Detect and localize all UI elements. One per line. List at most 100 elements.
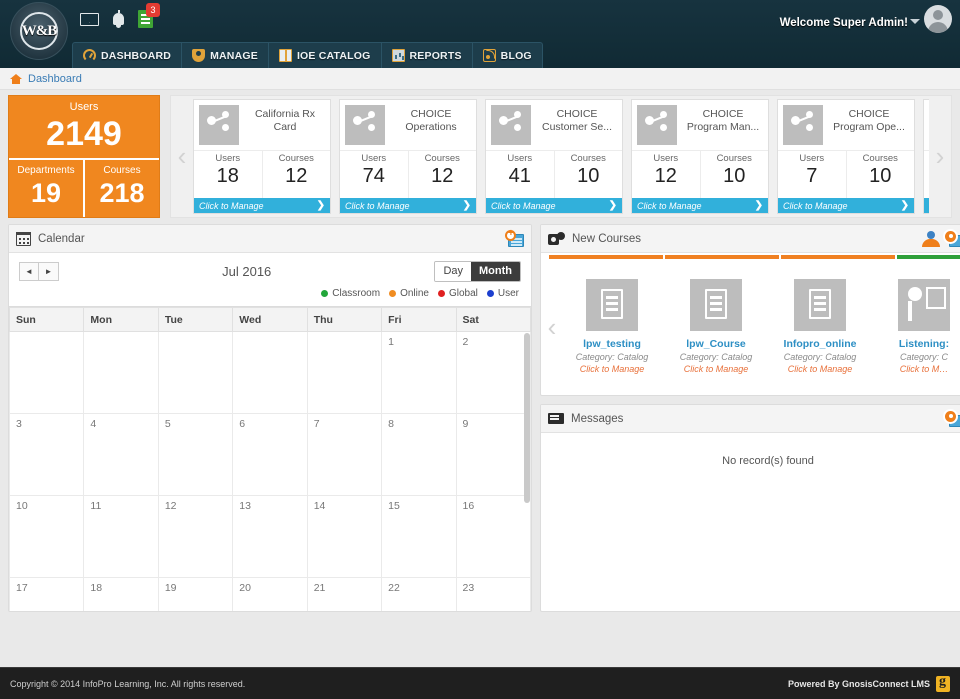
calendar-day-cell[interactable]: 14	[307, 496, 381, 578]
avatar[interactable]	[924, 5, 952, 33]
nav-label: BLOG	[501, 50, 532, 62]
calendar-icon	[16, 232, 31, 246]
calendar-day-cell[interactable]: 6	[233, 414, 307, 496]
calendar-day-cell[interactable]: 21	[307, 578, 381, 612]
department-courses-value: 12	[263, 165, 331, 187]
calendar-day-cell[interactable]: 2	[456, 332, 530, 414]
site-logo[interactable]: W&B	[10, 2, 68, 60]
calendar-day-cell[interactable]	[84, 332, 158, 414]
kpi-summary-card: Users 2149 Departments 19 Courses 218	[8, 95, 160, 218]
course-manage-link[interactable]: Click to Manage	[771, 363, 869, 375]
calendar-scrollbar[interactable]	[524, 333, 530, 503]
calendar-day-cell[interactable]: 19	[158, 578, 232, 612]
course-card[interactable]: Listening:Category: CClick to M…	[875, 279, 960, 375]
department-manage-button[interactable]: Click to Manage❯	[194, 198, 330, 213]
calendar-prev-button[interactable]: ◄	[19, 262, 39, 281]
calendar-day-cell[interactable]: 4	[84, 414, 158, 496]
course-manage-link[interactable]: Click to Manage	[563, 363, 661, 375]
calendar-day-cell[interactable]: 8	[382, 414, 456, 496]
nav-item-ioe-catalog[interactable]: IOE CATALOG	[269, 43, 382, 68]
gear-monitor-icon[interactable]	[945, 231, 960, 247]
course-name[interactable]: Infopro_online	[771, 338, 869, 351]
footer-powered-by-label: Powered By GnosisConnect LMS	[788, 679, 930, 689]
department-card[interactable]: CHOICE Program Ope...Users7Courses10Clic…	[777, 99, 915, 214]
document-icon	[586, 279, 638, 331]
calendar-day-cell[interactable]: 11	[84, 496, 158, 578]
department-manage-button[interactable]: Click to Manage❯	[340, 198, 476, 213]
manage-icon	[192, 49, 205, 62]
department-courses-label: Courses	[263, 153, 331, 165]
add-event-calendar-icon[interactable]	[505, 230, 524, 247]
course-name[interactable]: lpw_Course	[667, 338, 765, 351]
calendar-day-header: Wed	[233, 308, 307, 332]
gear-message-icon[interactable]	[945, 411, 960, 427]
welcome-label: Welcome Super Admin!	[780, 10, 908, 36]
calendar-day-cell[interactable]: 5	[158, 414, 232, 496]
course-name[interactable]: lpw_testing	[563, 338, 661, 351]
department-manage-button[interactable]: Click to Manage❯	[486, 198, 622, 213]
course-card[interactable]: lpw_testingCategory: CatalogClick to Man…	[563, 279, 661, 375]
nav-item-reports[interactable]: REPORTS	[382, 43, 473, 68]
new-courses-panel: New Courses ‹ lpw_testingCategory: Catal…	[540, 224, 960, 396]
course-name[interactable]: Listening:	[875, 338, 960, 351]
department-card[interactable]: CHOICE Program Man...Users12Courses10Cli…	[631, 99, 769, 214]
calendar-day-cell[interactable]: 22	[382, 578, 456, 612]
department-card[interactable]: California Rx CardUsers18Courses12Click …	[193, 99, 331, 214]
calendar-month-label: Jul 2016	[59, 264, 434, 279]
carousel-next-arrow-icon[interactable]: ›	[929, 96, 951, 217]
department-courses-stat: Courses10	[846, 151, 915, 198]
notification-badge: 3	[146, 3, 160, 17]
course-manage-link[interactable]: Click to Manage	[667, 363, 765, 375]
calendar-day-cell[interactable]: 10	[10, 496, 84, 578]
chevron-down-icon[interactable]	[910, 19, 920, 24]
calendar-day-cell[interactable]	[233, 332, 307, 414]
calendar-day-cell[interactable]: 13	[233, 496, 307, 578]
mail-icon[interactable]	[80, 13, 99, 26]
calendar-view-month-button[interactable]: Month	[471, 262, 520, 281]
calendar-view-day-button[interactable]: Day	[435, 262, 471, 281]
nav-item-dashboard[interactable]: DASHBOARD	[73, 43, 182, 68]
breadcrumb-label[interactable]: Dashboard	[28, 73, 82, 85]
calendar-day-cell[interactable]: 15	[382, 496, 456, 578]
kpi-courses-label: Courses	[85, 164, 159, 177]
department-manage-button[interactable]: Click to Manage❯	[778, 198, 914, 213]
department-manage-button[interactable]: Click to Manage❯	[632, 198, 768, 213]
calendar-day-cell[interactable]: 7	[307, 414, 381, 496]
calendar-nav-buttons: ◄ ►	[19, 262, 59, 281]
department-card[interactable]: CHOICE OperationsUsers74Courses12Click t…	[339, 99, 477, 214]
calendar-day-cell[interactable]: 20	[233, 578, 307, 612]
calendar-day-cell[interactable]	[307, 332, 381, 414]
calendar-day-cell[interactable]: 12	[158, 496, 232, 578]
calendar-legend-item: Online	[389, 288, 429, 299]
calendar-day-cell[interactable]	[158, 332, 232, 414]
document-alert-icon[interactable]: 3	[138, 10, 153, 28]
nav-item-blog[interactable]: BLOG	[473, 43, 542, 68]
course-card[interactable]: Infopro_onlineCategory: CatalogClick to …	[771, 279, 869, 375]
nav-item-manage[interactable]: MANAGE	[182, 43, 269, 68]
courses-prev-arrow-icon[interactable]: ‹	[541, 312, 563, 343]
instructor-led-icon[interactable]	[922, 231, 940, 247]
department-courses-label: Courses	[409, 153, 477, 165]
calendar-day-cell[interactable]: 3	[10, 414, 84, 496]
bell-icon[interactable]	[113, 13, 124, 25]
calendar-day-cell[interactable]: 16	[456, 496, 530, 578]
course-card[interactable]: lpw_CourseCategory: CatalogClick to Mana…	[667, 279, 765, 375]
calendar-next-button[interactable]: ►	[39, 262, 59, 281]
calendar-day-cell[interactable]: 23	[456, 578, 530, 612]
course-manage-link[interactable]: Click to M…	[875, 363, 960, 375]
rss-icon	[483, 49, 496, 62]
carousel-prev-arrow-icon[interactable]: ‹	[171, 96, 193, 217]
department-manage-label: Click to Manage	[199, 201, 264, 211]
department-manage-label: Click to Manage	[783, 201, 848, 211]
calendar-day-cell[interactable]: 9	[456, 414, 530, 496]
department-card[interactable]: CHOICE Customer Se...Users41Courses10Cli…	[485, 99, 623, 214]
calendar-day-cell[interactable]: 18	[84, 578, 158, 612]
new-courses-panel-header: New Courses	[541, 225, 960, 253]
calendar-day-cell[interactable]	[10, 332, 84, 414]
footer: Copyright © 2014 InfoPro Learning, Inc. …	[0, 667, 960, 699]
department-thumb-icon	[491, 105, 531, 145]
calendar-day-cell[interactable]: 17	[10, 578, 84, 612]
calendar-toolbar: ◄ ► Jul 2016 Day Month	[9, 253, 531, 283]
calendar-day-header: Mon	[84, 308, 158, 332]
calendar-day-cell[interactable]: 1	[382, 332, 456, 414]
